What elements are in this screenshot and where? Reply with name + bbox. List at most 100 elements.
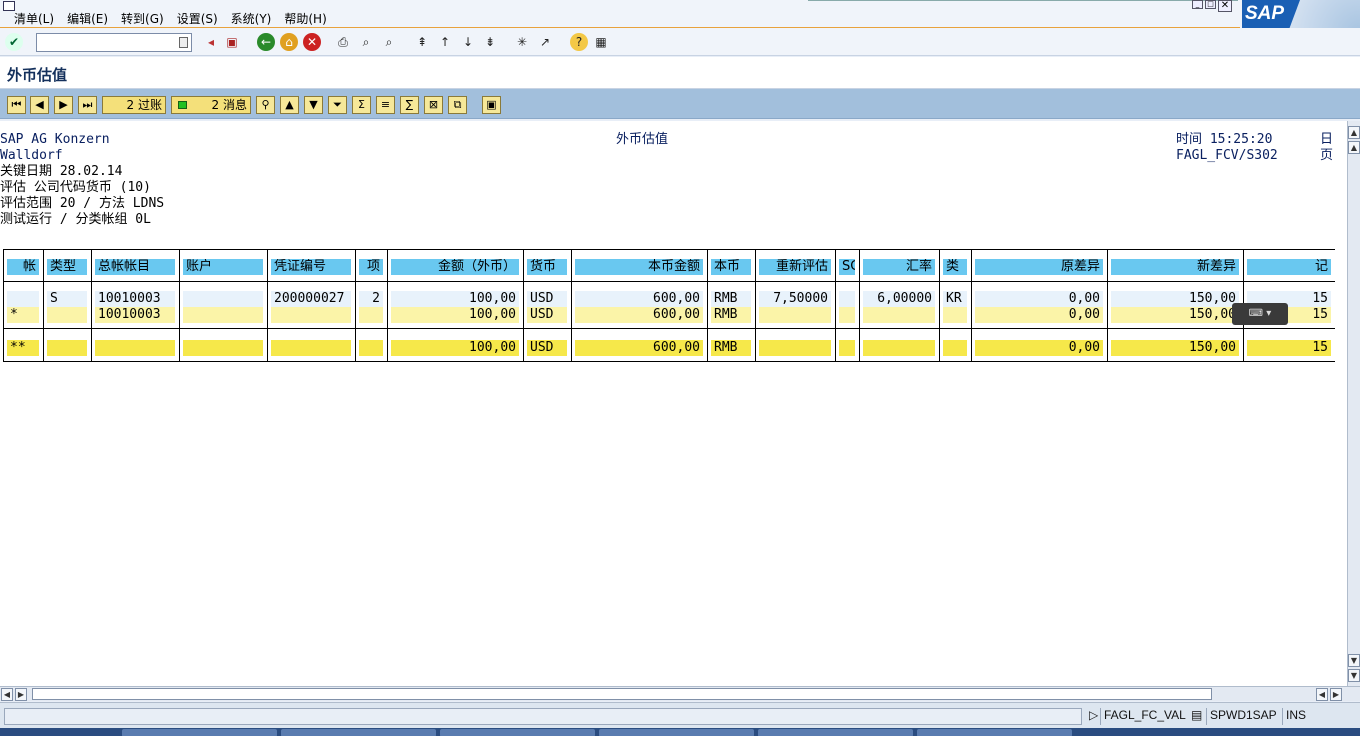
save-icon[interactable]: ▣: [223, 33, 241, 51]
sort-ascending-icon[interactable]: ▲: [280, 96, 299, 114]
menu-list-item[interactable]: 清单(L): [14, 10, 54, 27]
scroll-page-left-icon[interactable]: ◀: [1316, 688, 1328, 701]
find-icon[interactable]: ⌕: [357, 33, 375, 51]
cell-posting[interactable]: 15: [1247, 340, 1331, 356]
cell-lc-amount[interactable]: 本币金额: [575, 259, 703, 275]
cell-old-difference[interactable]: 0,00: [975, 307, 1103, 323]
cell-fc-amount[interactable]: 100,00: [391, 291, 519, 307]
keyboard-widget-icon[interactable]: ⌨ ▾: [1232, 303, 1288, 325]
cell-category[interactable]: [943, 307, 967, 323]
scroll-up-icon[interactable]: ▲: [1348, 126, 1360, 139]
minimize-icon[interactable]: _: [1192, 0, 1203, 9]
cell-exchange-rate[interactable]: 6,00000: [863, 291, 935, 307]
cell-type[interactable]: 类型: [47, 259, 87, 275]
taskbar-item[interactable]: [917, 729, 1072, 736]
first-page-icon[interactable]: ⇞: [413, 33, 431, 51]
information-icon[interactable]: ▣: [482, 96, 501, 114]
status-expand-icon[interactable]: ▷: [1086, 708, 1100, 725]
cell-account-type[interactable]: [7, 291, 39, 307]
cell-fc-amount[interactable]: 100,00: [391, 307, 519, 323]
filter-icon[interactable]: ⏷: [328, 96, 347, 114]
next-page-icon[interactable]: ↓: [459, 33, 477, 51]
cell-currency[interactable]: USD: [527, 307, 567, 323]
cell-account-type[interactable]: **: [7, 340, 39, 356]
print-icon[interactable]: ⎙: [334, 33, 352, 51]
cell-item[interactable]: [359, 307, 383, 323]
back-arrow-small-icon[interactable]: ◂: [202, 33, 220, 51]
shortcut-icon[interactable]: ↗: [536, 33, 554, 51]
cell-revaluation[interactable]: 7,50000: [759, 291, 831, 307]
vertical-scrollbar[interactable]: ▲ ▲ ▼ ▼: [1347, 121, 1360, 686]
cell-gl-account[interactable]: 10010003: [95, 307, 175, 323]
horizontal-scrollbar[interactable]: ◀ ▶ ◀ ▶: [0, 686, 1360, 701]
cell-lc-amount[interactable]: 600,00: [575, 340, 703, 356]
export-icon[interactable]: ⧉: [448, 96, 467, 114]
cell-new-difference[interactable]: 新差异: [1111, 259, 1239, 275]
cell-revaluation[interactable]: 重新评估: [759, 259, 831, 275]
total-icon[interactable]: Σ: [352, 96, 371, 114]
back-icon[interactable]: ←: [257, 33, 275, 51]
cell-revaluation[interactable]: [759, 340, 831, 356]
cell-fc-amount[interactable]: 100,00: [391, 340, 519, 356]
cell-gl-account[interactable]: [95, 340, 175, 356]
cell-exchange-rate[interactable]: 汇率: [863, 259, 935, 275]
cell-new-difference[interactable]: 150,00: [1111, 291, 1239, 307]
scroll-right-small-icon[interactable]: ▶: [15, 688, 27, 701]
scroll-down-icon[interactable]: ▼: [1348, 669, 1360, 682]
scroll-left-icon[interactable]: ◀: [1, 688, 13, 701]
last-page-icon[interactable]: ⇟: [481, 33, 499, 51]
messages-button[interactable]: 2 消息: [171, 96, 251, 114]
cell-sg[interactable]: SG: [839, 259, 855, 275]
menu-goto[interactable]: 转到(G): [121, 10, 164, 27]
horizontal-scroll-thumb[interactable]: [32, 688, 1212, 700]
cell-old-difference[interactable]: 原差异: [975, 259, 1103, 275]
cell-item[interactable]: 项: [359, 259, 383, 275]
scroll-page-up-icon[interactable]: ▲: [1348, 141, 1360, 154]
cell-fc-amount[interactable]: 金额（外币）: [391, 259, 519, 275]
cell-new-difference[interactable]: 150,00: [1111, 340, 1239, 356]
cell-type[interactable]: S: [47, 291, 87, 307]
cell-document-number[interactable]: [271, 307, 351, 323]
cell-local-currency[interactable]: RMB: [711, 340, 751, 356]
taskbar-item[interactable]: [122, 729, 277, 736]
cell-local-currency[interactable]: RMB: [711, 291, 751, 307]
cell-exchange-rate[interactable]: [863, 307, 935, 323]
cell-local-currency[interactable]: RMB: [711, 307, 751, 323]
cell-document-number[interactable]: 凭证编号: [271, 259, 351, 275]
cell-sg[interactable]: [839, 340, 855, 356]
post-button[interactable]: 2 过账: [102, 96, 166, 114]
menu-help[interactable]: 帮助(H): [284, 10, 326, 27]
taskbar-item[interactable]: [599, 729, 754, 736]
command-field[interactable]: [36, 33, 192, 52]
cell-sg[interactable]: [839, 307, 855, 323]
help-icon[interactable]: ?: [570, 33, 588, 51]
cell-gl-account[interactable]: 总帐帐目: [95, 259, 175, 275]
taskbar-item[interactable]: [758, 729, 913, 736]
last-row-icon[interactable]: ⏭: [78, 96, 97, 114]
scroll-page-down-icon[interactable]: ▼: [1348, 654, 1360, 667]
cell-type[interactable]: [47, 307, 87, 323]
cell-old-difference[interactable]: 0,00: [975, 291, 1103, 307]
taskbar-item[interactable]: [440, 729, 595, 736]
create-session-icon[interactable]: ✳: [513, 33, 531, 51]
change-layout-icon[interactable]: ⊠: [424, 96, 443, 114]
cell-account[interactable]: [183, 291, 263, 307]
cell-revaluation[interactable]: [759, 307, 831, 323]
find-next-icon[interactable]: ⌕: [380, 33, 398, 51]
cell-lc-amount[interactable]: 600,00: [575, 291, 703, 307]
cell-account-type[interactable]: 帐: [7, 259, 39, 275]
restore-icon[interactable]: □: [1205, 0, 1216, 9]
cell-item[interactable]: [359, 340, 383, 356]
subtotal-icon[interactable]: ≡: [376, 96, 395, 114]
cell-exchange-rate[interactable]: [863, 340, 935, 356]
cell-currency[interactable]: USD: [527, 291, 567, 307]
cell-category[interactable]: 类: [943, 259, 967, 275]
sort-descending-icon[interactable]: ▼: [304, 96, 323, 114]
cell-type[interactable]: [47, 340, 87, 356]
cell-sg[interactable]: [839, 291, 855, 307]
cell-new-difference[interactable]: 150,00: [1111, 307, 1239, 323]
cell-lc-amount[interactable]: 600,00: [575, 307, 703, 323]
cell-account[interactable]: [183, 340, 263, 356]
cell-local-currency[interactable]: 本币: [711, 259, 751, 275]
enter-checkmark-icon[interactable]: ✔: [5, 33, 23, 51]
